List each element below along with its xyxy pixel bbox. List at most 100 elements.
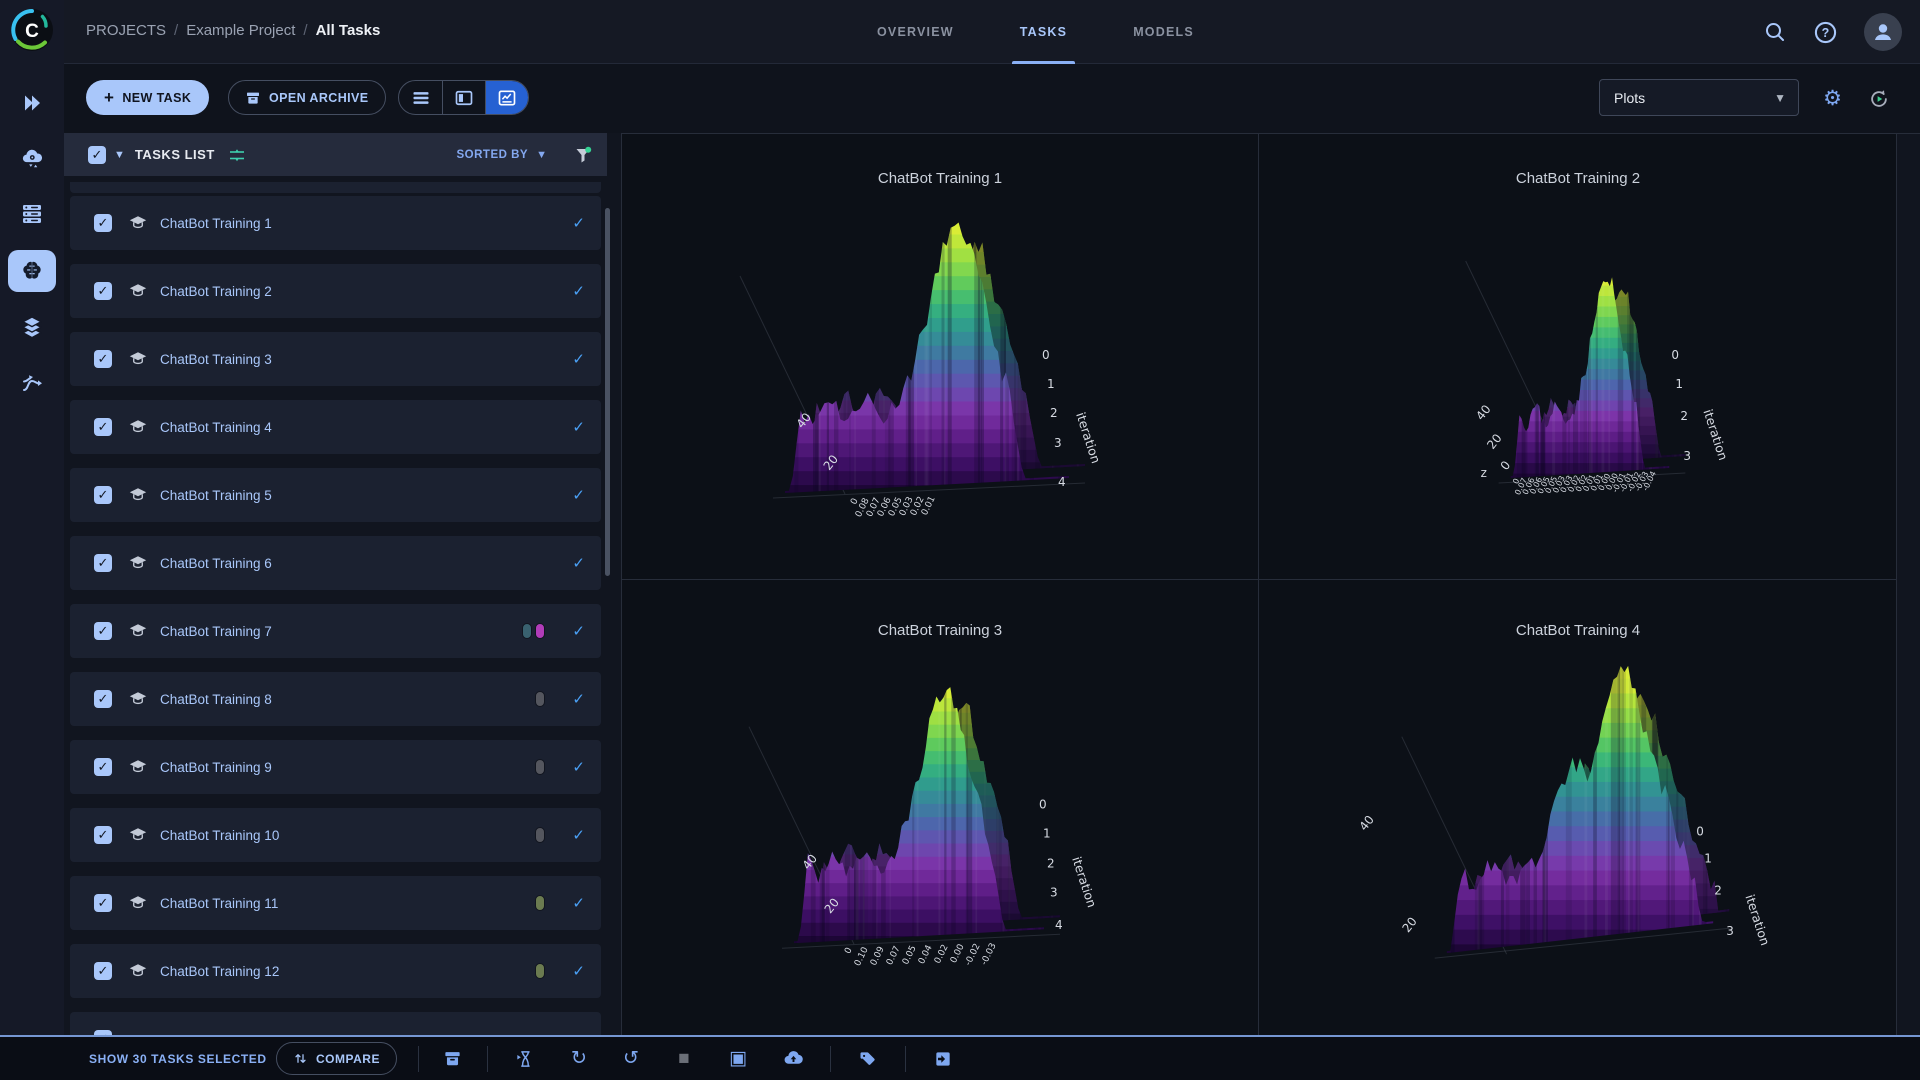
app-logo[interactable]: C (10, 8, 54, 52)
sidebar-item-projects[interactable] (8, 82, 56, 124)
user-avatar[interactable] (1864, 13, 1902, 51)
surface-plot[interactable]: 402000123iterationz00.070.060.060.050.05… (1259, 134, 1897, 579)
task-row[interactable]: ✓ChatBot Training 8✓ (70, 672, 601, 726)
tasks-scrollbar[interactable] (605, 208, 610, 576)
breadcrumb-projects[interactable]: PROJECTS (86, 22, 166, 39)
task-row[interactable]: ✓ChatBot Training 6✓ (70, 536, 601, 590)
svg-text:0.10: 0.10 (853, 945, 871, 968)
compare-button[interactable]: COMPARE (276, 1042, 397, 1075)
settings-gear-icon[interactable]: ⚙ (1823, 88, 1842, 109)
metric-dropdown[interactable]: Plots ▼ (1599, 79, 1799, 116)
open-archive-button[interactable]: OPEN ARCHIVE (228, 80, 386, 115)
row-checkbox[interactable]: ✓ (94, 758, 112, 776)
revert-icon[interactable]: ↺ (614, 1037, 648, 1080)
select-all-chevron-icon[interactable]: ▼ (114, 149, 125, 161)
task-row[interactable]: ✓ChatBot Training 7✓ (70, 604, 601, 658)
sidebar-item-workers[interactable] (8, 137, 56, 179)
task-name[interactable]: ChatBot Training 2 (160, 284, 272, 299)
row-checkbox[interactable]: ✓ (94, 826, 112, 844)
task-row[interactable]: ✓ChatBot Training 2✓ (70, 264, 601, 318)
status-completed-icon: ✓ (545, 486, 585, 504)
tab-tasks[interactable]: TASKS (1012, 0, 1075, 64)
plot-title: ChatBot Training 1 (622, 170, 1258, 187)
svg-text:-0.03: -0.03 (979, 942, 998, 967)
row-checkbox[interactable]: ✓ (94, 622, 112, 640)
task-row[interactable]: ✓ChatBot Training 3✓ (70, 332, 601, 386)
search-icon[interactable] (1763, 20, 1787, 44)
task-name[interactable]: ChatBot Training 12 (160, 964, 279, 979)
task-type-icon (128, 623, 148, 640)
row-checkbox[interactable]: ✓ (94, 962, 112, 980)
row-checkbox[interactable]: ✓ (94, 554, 112, 572)
svg-text:3: 3 (1050, 885, 1058, 899)
task-name[interactable]: ChatBot Training 1 (160, 216, 272, 231)
task-row[interactable]: ✓ ChatBot Training 5 ✓ (70, 468, 601, 522)
tag-icon[interactable] (851, 1037, 885, 1080)
task-row[interactable]: ✓ChatBot Training 10✓ (70, 808, 601, 862)
surface-plot[interactable]: 402001234iteration00.100.090.070.050.040… (622, 580, 1258, 1035)
task-name[interactable]: ChatBot Training 6 (160, 556, 272, 571)
task-name[interactable]: ChatBot Training 9 (160, 760, 272, 775)
row-checkbox[interactable]: ✓ (94, 214, 112, 232)
task-row[interactable]: ✓ChatBot Training 1✓ (70, 196, 601, 250)
plot-card: 402000123iterationz00.070.060.060.050.05… (1258, 134, 1897, 579)
task-name[interactable]: ChatBot Training 11 (160, 896, 278, 911)
svg-text:0: 0 (1042, 348, 1050, 362)
plots-view-button[interactable] (485, 81, 528, 114)
tag-dots (535, 691, 545, 707)
task-name[interactable]: ChatBot Training 4 (160, 420, 272, 435)
sidebar-item-applications[interactable] (8, 250, 56, 292)
tasks-list-header: ✓ ▼ TASKS LIST SORTED BY ▼ (64, 133, 607, 176)
abort-icon[interactable]: ■ (667, 1037, 701, 1080)
app-root: C (0, 0, 1920, 1080)
row-checkbox[interactable]: ✓ (94, 690, 112, 708)
archive-icon[interactable] (435, 1037, 469, 1080)
task-name[interactable]: ChatBot Training 7 (160, 624, 272, 639)
publish-icon[interactable] (776, 1037, 810, 1080)
task-row[interactable]: ✓ChatBot Training 11✓ (70, 876, 601, 930)
tab-models[interactable]: MODELS (1125, 0, 1202, 64)
surface-plot[interactable]: 40200123iteration (1259, 580, 1897, 1035)
abort-all-icon[interactable]: ▣ (721, 1037, 755, 1080)
help-icon[interactable]: ? (1813, 20, 1838, 45)
enqueue-icon[interactable] (508, 1037, 542, 1080)
auto-refresh-icon[interactable] (1868, 88, 1890, 115)
filter-icon[interactable] (573, 145, 593, 165)
row-checkbox[interactable]: ✓ (94, 418, 112, 436)
row-checkbox[interactable]: ✓ (94, 282, 112, 300)
task-row[interactable]: ✓ChatBot Training 12✓ (70, 944, 601, 998)
sidebar-item-pipelines[interactable] (8, 362, 56, 404)
tune-icon[interactable] (227, 145, 247, 165)
row-checkbox[interactable]: ✓ (94, 350, 112, 368)
task-name[interactable]: ChatBot Training 8 (160, 692, 272, 707)
select-all-checkbox[interactable]: ✓ (88, 146, 106, 164)
table-view-button[interactable] (399, 81, 442, 114)
breadcrumb-project[interactable]: Example Project (186, 22, 295, 39)
pipelines-icon (20, 371, 44, 395)
task-name[interactable]: ChatBot Training 3 (160, 352, 272, 367)
move-to-project-icon[interactable] (926, 1037, 960, 1080)
split-view-button[interactable] (442, 81, 485, 114)
plots-scroll-gutter[interactable] (1896, 134, 1920, 1035)
sorted-by-button[interactable]: SORTED BY (457, 149, 529, 161)
tab-overview[interactable]: OVERVIEW (869, 0, 962, 64)
new-task-button[interactable]: + NEW TASK (86, 80, 209, 115)
task-row[interactable]: ✓ChatBot Training 4✓ (70, 400, 601, 454)
tag-dots (522, 623, 545, 639)
task-name[interactable]: ChatBot Training 10 (160, 828, 279, 843)
sidebar-item-queues[interactable] (8, 193, 56, 235)
svg-text:iteration: iteration (1742, 893, 1773, 948)
row-checkbox[interactable]: ✓ (94, 894, 112, 912)
task-row[interactable]: ✓ (70, 1012, 601, 1035)
plot-title: ChatBot Training 4 (1259, 622, 1897, 639)
surface-plot[interactable]: 402001234iteration00.080.070.060.050.030… (622, 134, 1258, 579)
sidebar-item-datasets[interactable] (8, 306, 56, 348)
task-type-icon (128, 215, 148, 232)
reset-icon[interactable]: ↻ (562, 1037, 596, 1080)
selection-count-label[interactable]: SHOW 30 TASKS SELECTED (89, 1037, 267, 1080)
row-checkbox[interactable]: ✓ (94, 486, 112, 504)
svg-text:3: 3 (1683, 449, 1691, 463)
svg-text:iteration: iteration (1073, 410, 1104, 465)
task-row[interactable]: ✓ChatBot Training 9✓ (70, 740, 601, 794)
task-name[interactable]: ChatBot Training 5 (160, 488, 272, 503)
